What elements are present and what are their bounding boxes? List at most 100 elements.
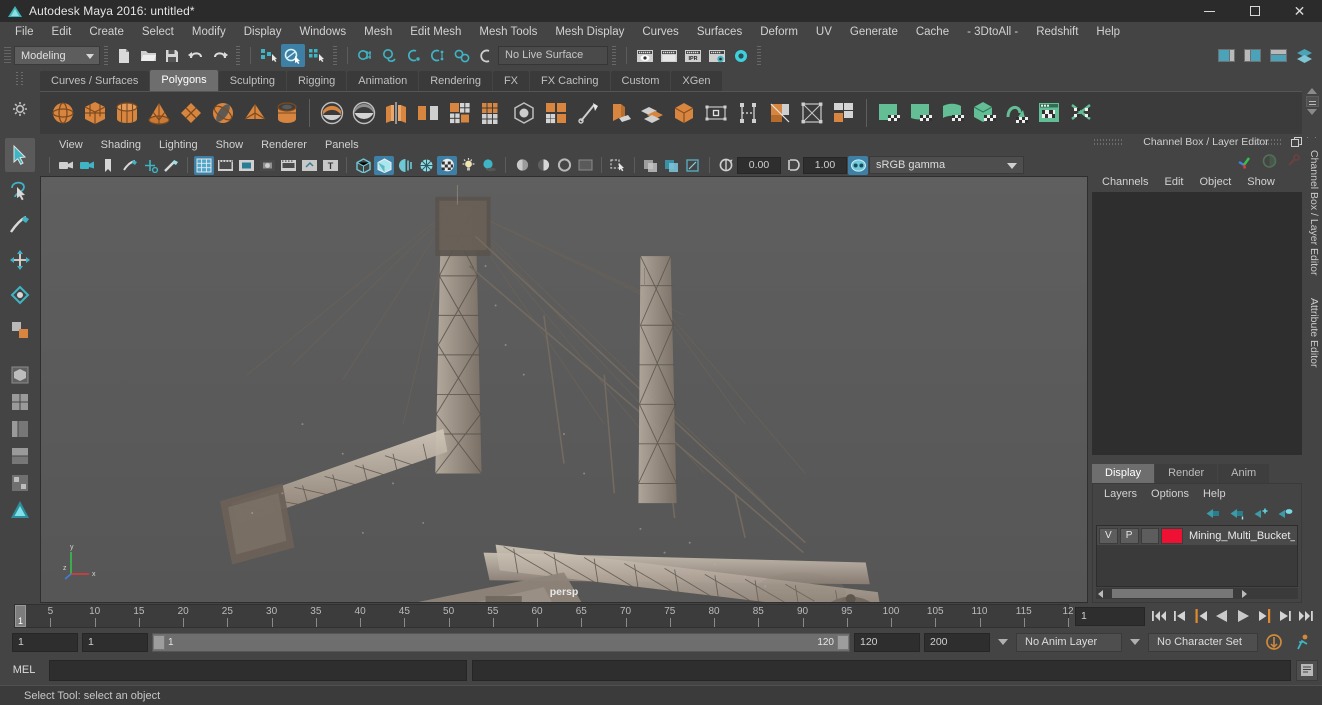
resolution-gate-icon[interactable] bbox=[236, 156, 256, 175]
rotate-tool-button[interactable] bbox=[5, 278, 35, 312]
play-backwards-icon[interactable] bbox=[1212, 606, 1232, 626]
select-tool-button[interactable] bbox=[5, 138, 35, 172]
step-forward-frame-icon[interactable] bbox=[1275, 606, 1295, 626]
isolate-select-icon[interactable] bbox=[608, 156, 628, 175]
separate-icon[interactable] bbox=[413, 96, 443, 130]
connect-components-icon[interactable] bbox=[733, 96, 763, 130]
redo-icon[interactable] bbox=[208, 44, 232, 67]
menu-display[interactable]: Display bbox=[235, 22, 291, 42]
gate-mask-icon[interactable] bbox=[257, 156, 277, 175]
uv-automatic-map-icon[interactable] bbox=[970, 96, 1000, 130]
chevron-down-icon-2[interactable] bbox=[1130, 639, 1140, 645]
menu-surfaces[interactable]: Surfaces bbox=[688, 22, 751, 42]
save-scene-icon[interactable] bbox=[160, 44, 184, 67]
grid-toggle-icon[interactable] bbox=[194, 155, 214, 175]
safe-action-icon[interactable] bbox=[299, 156, 319, 175]
tab-render-layers[interactable]: Render bbox=[1155, 464, 1218, 483]
bevel-icon[interactable] bbox=[541, 96, 571, 130]
paint-select-tool-button[interactable] bbox=[5, 208, 35, 242]
use-all-lights-icon[interactable] bbox=[458, 156, 478, 175]
axis-gizmo-icon[interactable] bbox=[1236, 153, 1253, 169]
shelf-tab-xgen[interactable]: XGen bbox=[671, 71, 722, 91]
layer-color-swatch[interactable] bbox=[1161, 527, 1183, 544]
sidebar-channel-box-icon[interactable] bbox=[1266, 44, 1290, 67]
snap-to-grid-icon[interactable] bbox=[354, 44, 378, 67]
menu-mesh-display[interactable]: Mesh Display bbox=[546, 22, 633, 42]
reduce-icon[interactable] bbox=[477, 96, 507, 130]
range-slider[interactable]: 1 120 bbox=[152, 632, 850, 652]
layer-visibility-toggle[interactable]: V bbox=[1099, 527, 1118, 544]
menu-modify[interactable]: Modify bbox=[183, 22, 235, 42]
safe-title-icon[interactable]: T bbox=[320, 156, 340, 175]
uv-spherical-map-icon[interactable] bbox=[938, 96, 968, 130]
shelf-scroll-down-icon[interactable] bbox=[1307, 109, 1317, 115]
undock-icon[interactable] bbox=[1290, 136, 1302, 148]
make-live-icon[interactable] bbox=[474, 44, 498, 67]
shelf-options-gear-icon[interactable] bbox=[9, 98, 31, 120]
shelf-tab-rigging[interactable]: Rigging bbox=[286, 71, 347, 91]
range-start-handle[interactable] bbox=[153, 634, 165, 650]
layer-menu-layers[interactable]: Layers bbox=[1097, 484, 1144, 504]
command-input-field[interactable] bbox=[49, 659, 467, 681]
side-tab-channel-box[interactable]: Channel Box / Layer Editor bbox=[1308, 150, 1320, 276]
side-tab-attribute-editor[interactable]: Attribute Editor bbox=[1308, 298, 1320, 367]
scrollbar-thumb[interactable] bbox=[1112, 589, 1234, 598]
menu-set-selector[interactable]: Modeling bbox=[14, 46, 100, 65]
viewport-menu-shading[interactable]: Shading bbox=[92, 135, 150, 155]
scroll-left-icon[interactable] bbox=[1098, 589, 1103, 598]
hypershade-icon[interactable] bbox=[729, 44, 753, 67]
select-by-hierarchy-icon[interactable] bbox=[257, 44, 281, 67]
snap-to-view-plane-icon[interactable] bbox=[450, 44, 474, 67]
append-polygon-icon[interactable] bbox=[605, 96, 635, 130]
sb-grip-4[interactable] bbox=[612, 46, 616, 65]
menu-deform[interactable]: Deform bbox=[751, 22, 807, 42]
step-back-key-icon[interactable] bbox=[1191, 606, 1211, 626]
uv-planar-map-icon[interactable] bbox=[874, 96, 904, 130]
shelf-tab-curves-surfaces[interactable]: Curves / Surfaces bbox=[40, 71, 150, 91]
move-tool-button[interactable] bbox=[5, 243, 35, 277]
grease-pencil-icon[interactable] bbox=[161, 156, 181, 175]
layer-menu-help[interactable]: Help bbox=[1196, 484, 1233, 504]
polygon-pipe-icon[interactable] bbox=[272, 96, 302, 130]
four-view-layout-icon[interactable] bbox=[5, 389, 35, 415]
textured-icon[interactable] bbox=[437, 155, 457, 175]
shelf-grip[interactable] bbox=[15, 72, 25, 86]
depth-of-field-icon[interactable] bbox=[575, 156, 595, 175]
close-button[interactable]: ✕ bbox=[1277, 0, 1322, 22]
snap-to-curve-icon[interactable] bbox=[378, 44, 402, 67]
layer-row[interactable]: V P Mining_Multi_Bucket_ bbox=[1097, 526, 1297, 545]
wireframe-icon[interactable] bbox=[353, 156, 373, 175]
current-time-indicator[interactable]: 1 bbox=[15, 605, 26, 627]
menu-edit-mesh[interactable]: Edit Mesh bbox=[401, 22, 470, 42]
select-by-object-icon[interactable] bbox=[281, 44, 305, 67]
polygon-sphere-icon[interactable] bbox=[48, 96, 78, 130]
sidebar-tool-settings-icon[interactable] bbox=[1240, 44, 1264, 67]
animation-start-time-field[interactable]: 1 bbox=[12, 632, 78, 652]
chevron-down-icon[interactable] bbox=[998, 639, 1008, 645]
uv-editor-icon[interactable] bbox=[1034, 96, 1064, 130]
combine-icon[interactable] bbox=[381, 96, 411, 130]
wrench-icon[interactable] bbox=[1286, 154, 1300, 168]
command-output-field[interactable] bbox=[472, 659, 1291, 681]
select-by-component-icon[interactable] bbox=[305, 44, 329, 67]
range-start-field[interactable]: 1 bbox=[82, 632, 148, 652]
persp-outliner-layout-icon[interactable] bbox=[5, 416, 35, 442]
layer-horizontal-scrollbar[interactable] bbox=[1096, 588, 1298, 599]
extrude-icon[interactable] bbox=[509, 96, 539, 130]
hypershade-layout-icon[interactable] bbox=[5, 470, 35, 496]
current-frame-field[interactable]: 1 bbox=[1075, 606, 1145, 626]
menu-3dtoall[interactable]: - 3DtoAll - bbox=[958, 22, 1027, 42]
create-empty-layer-icon[interactable] bbox=[1206, 507, 1221, 520]
menu-edit[interactable]: Edit bbox=[43, 22, 81, 42]
shelf-tab-custom[interactable]: Custom bbox=[610, 71, 671, 91]
polygon-cube-icon[interactable] bbox=[80, 96, 110, 130]
film-origin-icon[interactable] bbox=[278, 156, 298, 175]
xray-icon[interactable] bbox=[641, 156, 661, 175]
ipr-render-icon[interactable]: IPR bbox=[681, 44, 705, 67]
shelf-tab-sculpting[interactable]: Sculpting bbox=[218, 71, 286, 91]
menu-uv[interactable]: UV bbox=[807, 22, 841, 42]
polygon-torus-icon[interactable] bbox=[208, 96, 238, 130]
character-set-selector[interactable]: No Character Set bbox=[1148, 632, 1258, 652]
scroll-right-icon[interactable] bbox=[1242, 589, 1248, 598]
merge-vertices-icon[interactable] bbox=[765, 96, 795, 130]
